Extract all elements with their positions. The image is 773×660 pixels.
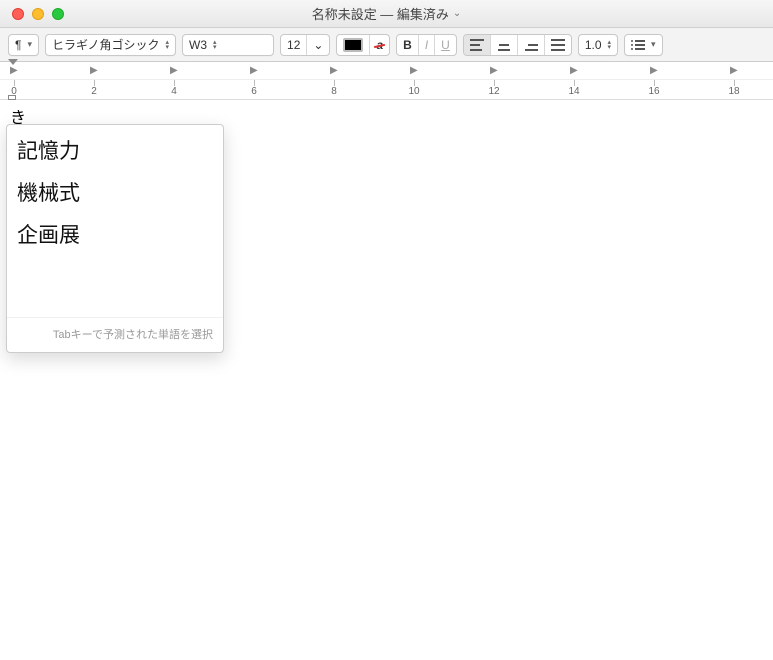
font-size-stepper[interactable]: ⌄: [307, 35, 329, 55]
line-spacing-select[interactable]: 1.0 ▴▾: [578, 34, 618, 56]
tab-stop-marker[interactable]: ▶: [730, 65, 738, 76]
ruler-tick: [14, 80, 15, 86]
tab-stop-marker[interactable]: ▶: [10, 65, 18, 76]
ruler-number: 18: [728, 86, 739, 97]
ruler-number: 0: [11, 86, 17, 97]
ruler-number: 4: [171, 86, 177, 97]
ruler-tick: [334, 80, 335, 86]
tab-stop-marker[interactable]: ▶: [170, 65, 178, 76]
tab-stop-marker[interactable]: ▶: [410, 65, 418, 76]
tab-stop-marker[interactable]: ▶: [250, 65, 258, 76]
window-title-text: 名称未設定 — 編集済み: [312, 4, 449, 23]
autocomplete-spacer: [7, 257, 223, 317]
ruler-scale: 0 2 4 6 8 10 12 14 16 18: [0, 80, 773, 100]
chevron-down-icon: ▾: [651, 39, 656, 50]
align-center-icon: [497, 39, 511, 51]
autocomplete-popup: 記憶力 機械式 企画展 Tabキーで予測された単語を選択: [6, 124, 224, 353]
ruler-tick: [174, 80, 175, 86]
ruler-tick: [254, 80, 255, 86]
font-size-control: 12 ⌄: [280, 34, 330, 56]
ruler-tick: [414, 80, 415, 86]
color-swatch-icon: [343, 38, 363, 52]
ruler-tick: [94, 80, 95, 86]
paragraph-style-menu[interactable]: ▾: [8, 34, 39, 56]
chevron-down-icon: ⌄: [313, 38, 323, 52]
highlight-color-button[interactable]: a: [370, 35, 389, 55]
align-right-icon: [524, 39, 538, 51]
tab-stop-marker[interactable]: ▶: [490, 65, 498, 76]
ruler-number: 10: [408, 86, 419, 97]
ruler-tab-row[interactable]: ▶ ▶ ▶ ▶ ▶ ▶ ▶ ▶ ▶ ▶: [0, 62, 773, 80]
autocomplete-option[interactable]: 機械式: [7, 173, 223, 215]
chevron-down-icon: ⌄: [453, 8, 461, 19]
text-style-group: B I U: [396, 34, 457, 56]
font-size-field[interactable]: 12: [281, 35, 307, 55]
stepper-icon: ▴▾: [608, 40, 612, 50]
autocomplete-option[interactable]: 企画展: [7, 215, 223, 257]
line-spacing-value: 1.0: [585, 38, 602, 52]
align-justify-button[interactable]: [545, 35, 571, 55]
ruler-number: 16: [648, 86, 659, 97]
align-right-button[interactable]: [518, 35, 545, 55]
tab-stop-marker[interactable]: ▶: [330, 65, 338, 76]
text-color-button[interactable]: [337, 35, 370, 55]
font-family-select[interactable]: ヒラギノ角ゴシック ▴▾: [45, 34, 176, 56]
document-area[interactable]: き 記憶力 機械式 企画展 Tabキーで予測された単語を選択: [0, 100, 773, 660]
color-controls: a: [336, 34, 390, 56]
italic-button[interactable]: I: [419, 35, 435, 55]
ruler-tick: [654, 80, 655, 86]
underline-button[interactable]: U: [435, 35, 456, 55]
tab-stop-marker[interactable]: ▶: [570, 65, 578, 76]
tab-stop-marker[interactable]: ▶: [650, 65, 658, 76]
ruler-number: 12: [488, 86, 499, 97]
ruler-tick: [734, 80, 735, 86]
pilcrow-icon: [15, 38, 21, 52]
align-center-button[interactable]: [491, 35, 518, 55]
font-weight-value: W3: [189, 38, 207, 52]
alignment-group: [463, 34, 572, 56]
list-style-menu[interactable]: ▾: [624, 34, 663, 56]
formatting-toolbar: ▾ ヒラギノ角ゴシック ▴▾ W3 ▴▾ 12 ⌄ a B I U 1.0 ▴▾: [0, 28, 773, 62]
ruler-number: 6: [251, 86, 257, 97]
ruler[interactable]: ▶ ▶ ▶ ▶ ▶ ▶ ▶ ▶ ▶ ▶ 0 2 4 6 8 10 12 14 16 18: [0, 62, 773, 100]
chevron-down-icon: ▾: [27, 39, 32, 50]
font-family-value: ヒラギノ角ゴシック: [52, 36, 160, 53]
align-left-button[interactable]: [464, 35, 491, 55]
window-title[interactable]: 名称未設定 — 編集済み ⌄: [0, 4, 773, 23]
stepper-icon: ▴▾: [166, 40, 170, 50]
font-weight-select[interactable]: W3 ▴▾: [182, 34, 274, 56]
autocomplete-option[interactable]: 記憶力: [7, 131, 223, 173]
list-icon: [631, 40, 645, 50]
bold-button[interactable]: B: [397, 35, 419, 55]
autocomplete-hint: Tabキーで予測された単語を選択: [7, 317, 223, 352]
ruler-number: 8: [331, 86, 337, 97]
highlight-icon: a: [376, 38, 383, 52]
ruler-number: 14: [568, 86, 579, 97]
ruler-number: 2: [91, 86, 97, 97]
align-justify-icon: [551, 39, 565, 51]
window-titlebar: 名称未設定 — 編集済み ⌄: [0, 0, 773, 28]
align-left-icon: [470, 39, 484, 51]
ruler-tick: [494, 80, 495, 86]
tab-stop-marker[interactable]: ▶: [90, 65, 98, 76]
ruler-tick: [574, 80, 575, 86]
stepper-icon: ▴▾: [213, 40, 217, 50]
